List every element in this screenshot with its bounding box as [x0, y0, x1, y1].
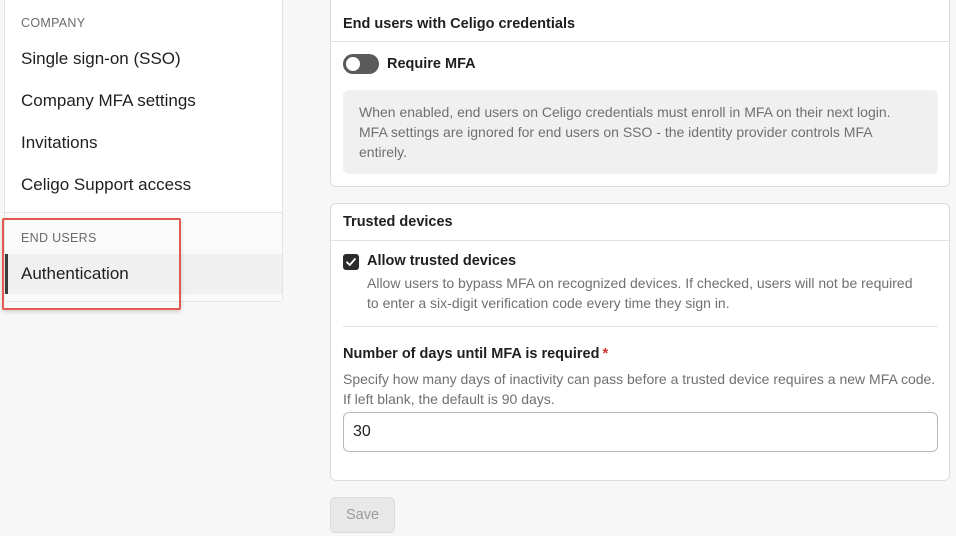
mfa-days-label-text: Number of days until MFA is required [343, 346, 600, 362]
require-mfa-toggle[interactable] [343, 54, 379, 74]
mfa-info-box: When enabled, end users on Celigo creden… [343, 90, 938, 174]
card-title: Trusted devices [331, 204, 949, 241]
trusted-devices-card: Trusted devices Allow trusted devices Al… [330, 203, 950, 481]
mfa-days-field-label: Number of days until MFA is required * [343, 346, 608, 362]
mfa-days-input[interactable] [343, 412, 938, 452]
sidebar-item-sso[interactable]: Single sign-on (SSO) [5, 38, 282, 80]
allow-trusted-devices-label: Allow trusted devices [367, 253, 517, 269]
require-mfa-row: Require MFA [343, 54, 476, 74]
section-divider [343, 326, 938, 327]
sidebar-item-authentication[interactable]: Authentication [5, 254, 282, 294]
section-label-end-users: END USERS [21, 231, 97, 245]
save-button[interactable]: Save [330, 497, 395, 533]
sidebar-item-company-mfa[interactable]: Company MFA settings [5, 80, 282, 122]
end-users-group: END USERS Authentication [5, 213, 282, 301]
settings-sidebar: COMPANY Single sign-on (SSO) Company MFA… [4, 0, 283, 302]
allow-trusted-devices-description: Allow users to bypass MFA on recognized … [367, 275, 913, 311]
sidebar-item-support-access[interactable]: Celigo Support access [5, 164, 282, 206]
mfa-credentials-card: End users with Celigo credentials Requir… [330, 0, 950, 187]
allow-trusted-devices-checkbox[interactable] [343, 254, 359, 270]
section-label-company: COMPANY [21, 16, 86, 30]
toggle-knob [346, 57, 360, 71]
mfa-days-help-text: Specify how many days of inactivity can … [343, 371, 936, 407]
checkmark-icon [346, 258, 356, 266]
sidebar-item-invitations[interactable]: Invitations [5, 122, 282, 164]
card-title: End users with Celigo credentials [331, 0, 949, 42]
required-indicator: * [602, 346, 609, 362]
page: COMPANY Single sign-on (SSO) Company MFA… [0, 0, 956, 536]
require-mfa-label: Require MFA [387, 56, 476, 72]
